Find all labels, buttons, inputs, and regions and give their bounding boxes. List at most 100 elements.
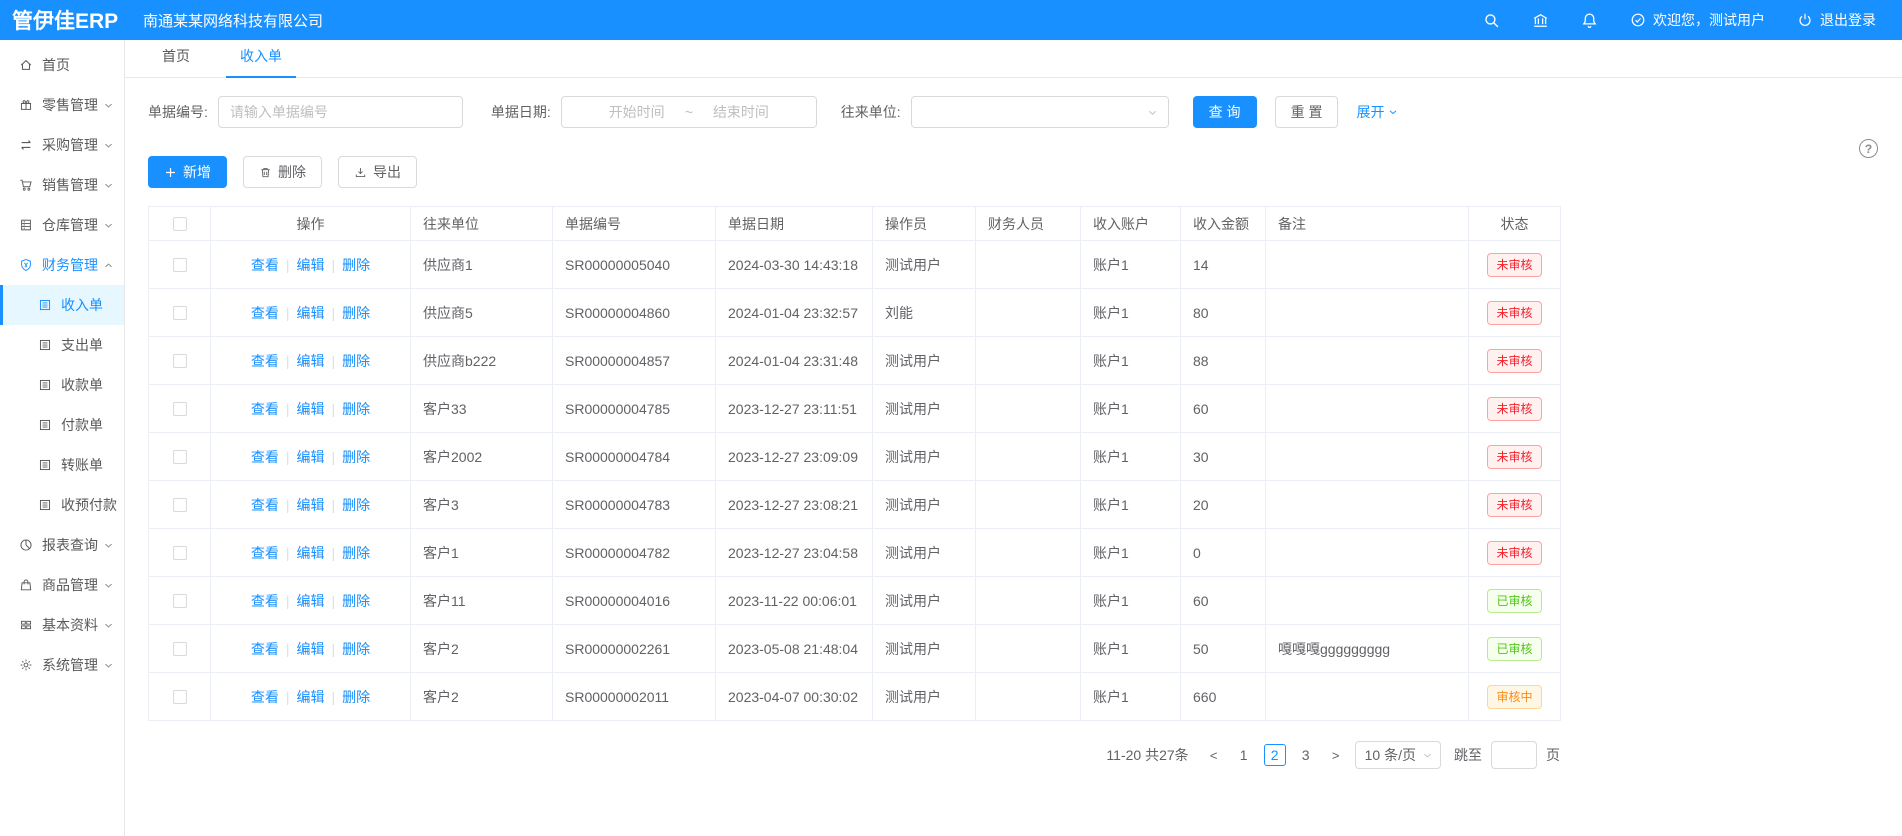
op-view-link[interactable]: 查看 — [251, 257, 279, 273]
sidebar-item-收入单[interactable]: 收入单 — [0, 285, 124, 325]
op-edit-link[interactable]: 编辑 — [297, 305, 325, 321]
op-view-link[interactable]: 查看 — [251, 641, 279, 657]
op-view-link[interactable]: 查看 — [251, 353, 279, 369]
op-delete-link[interactable]: 删除 — [342, 353, 370, 369]
bell-icon[interactable] — [1581, 12, 1598, 29]
op-delete-link[interactable]: 删除 — [342, 257, 370, 273]
op-delete-link[interactable]: 删除 — [342, 497, 370, 513]
select-all-checkbox[interactable] — [173, 217, 187, 231]
sidebar-item-商品管理[interactable]: 商品管理 — [0, 565, 124, 605]
partner-select[interactable] — [911, 96, 1169, 128]
next-page-button[interactable]: > — [1326, 748, 1346, 763]
home-icon — [19, 58, 33, 72]
row-checkbox[interactable] — [173, 354, 187, 368]
reset-button[interactable]: 重 置 — [1275, 96, 1339, 128]
row-checkbox[interactable] — [173, 594, 187, 608]
help-icon[interactable]: ? — [1859, 139, 1878, 158]
op-separator: | — [332, 641, 336, 657]
op-separator: | — [286, 257, 290, 273]
amount-cell: 14 — [1181, 241, 1266, 289]
row-checkbox[interactable] — [173, 642, 187, 656]
sidebar-item-财务管理[interactable]: 财务管理 — [0, 245, 124, 285]
op-delete-link[interactable]: 删除 — [342, 641, 370, 657]
sidebar-item-收预付款[interactable]: 收预付款 — [0, 485, 124, 525]
sidebar-item-转账单[interactable]: 转账单 — [0, 445, 124, 485]
status-badge: 未审核 — [1487, 445, 1541, 469]
row-checkbox[interactable] — [173, 402, 187, 416]
expand-link[interactable]: 展开 — [1356, 102, 1399, 122]
sidebar-item-系统管理[interactable]: 系统管理 — [0, 645, 124, 685]
status-badge: 未审核 — [1487, 301, 1541, 325]
page-number-1[interactable]: 1 — [1233, 744, 1255, 766]
row-checkbox[interactable] — [173, 546, 187, 560]
page-size-select[interactable]: 10 条/页 — [1355, 741, 1441, 769]
row-select-cell — [149, 529, 211, 577]
sidebar-item-零售管理[interactable]: 零售管理 — [0, 85, 124, 125]
sidebar-item-付款单[interactable]: 付款单 — [0, 405, 124, 445]
sidebar-item-收款单[interactable]: 收款单 — [0, 365, 124, 405]
op-edit-link[interactable]: 编辑 — [297, 545, 325, 561]
sidebar-item-销售管理[interactable]: 销售管理 — [0, 165, 124, 205]
remark-cell — [1266, 481, 1469, 529]
op-edit-link[interactable]: 编辑 — [297, 641, 325, 657]
add-button[interactable]: 新增 — [148, 156, 227, 188]
page-number-3[interactable]: 3 — [1295, 744, 1317, 766]
export-button[interactable]: 导出 — [338, 156, 417, 188]
row-checkbox[interactable] — [173, 258, 187, 272]
pagination: 11-20 共27条<123>10 条/页跳至页 — [148, 741, 1560, 769]
search-icon[interactable] — [1483, 12, 1500, 29]
op-delete-link[interactable]: 删除 — [342, 593, 370, 609]
op-separator: | — [332, 545, 336, 561]
row-checkbox[interactable] — [173, 306, 187, 320]
row-checkbox[interactable] — [173, 690, 187, 704]
sidebar-item-基本资料[interactable]: 基本资料 — [0, 605, 124, 645]
op-edit-link[interactable]: 编辑 — [297, 593, 325, 609]
op-view-link[interactable]: 查看 — [251, 689, 279, 705]
op-edit-link[interactable]: 编辑 — [297, 689, 325, 705]
op-edit-link[interactable]: 编辑 — [297, 401, 325, 417]
sidebar-item-仓库管理[interactable]: 仓库管理 — [0, 205, 124, 245]
op-delete-link[interactable]: 删除 — [342, 545, 370, 561]
op-edit-link[interactable]: 编辑 — [297, 353, 325, 369]
search-button[interactable]: 查 询 — [1193, 96, 1257, 128]
bill-no-cell: SR00000004860 — [553, 289, 716, 337]
op-view-link[interactable]: 查看 — [251, 449, 279, 465]
sidebar-item-采购管理[interactable]: 采购管理 — [0, 125, 124, 165]
date-cell: 2024-03-30 14:43:18 — [716, 241, 873, 289]
finance-staff-cell — [976, 241, 1081, 289]
op-delete-link[interactable]: 删除 — [342, 449, 370, 465]
welcome-user[interactable]: 欢迎您，测试用户 — [1630, 10, 1765, 30]
row-actions-cell: 查看|编辑|删除 — [211, 529, 411, 577]
page-number-2[interactable]: 2 — [1264, 744, 1286, 766]
op-edit-link[interactable]: 编辑 — [297, 257, 325, 273]
bill-no-input[interactable] — [218, 96, 463, 128]
row-checkbox[interactable] — [173, 450, 187, 464]
tabbar: 首页 收入单 — [125, 40, 1902, 78]
tab-首页[interactable]: 首页 — [160, 46, 192, 77]
op-edit-link[interactable]: 编辑 — [297, 497, 325, 513]
op-delete-link[interactable]: 删除 — [342, 401, 370, 417]
sidebar-item-首页[interactable]: 首页 — [0, 45, 124, 85]
bill-no-cell: SR00000004016 — [553, 577, 716, 625]
row-actions-cell: 查看|编辑|删除 — [211, 625, 411, 673]
op-view-link[interactable]: 查看 — [251, 497, 279, 513]
prev-page-button[interactable]: < — [1204, 748, 1224, 763]
jump-page-input[interactable] — [1491, 741, 1537, 769]
logout-button[interactable]: 退出登录 — [1797, 10, 1876, 30]
op-delete-link[interactable]: 删除 — [342, 305, 370, 321]
op-view-link[interactable]: 查看 — [251, 305, 279, 321]
account-cell: 账户1 — [1081, 289, 1181, 337]
tab-收入单[interactable]: 收入单 — [238, 46, 284, 77]
sidebar-item-报表查询[interactable]: 报表查询 — [0, 525, 124, 565]
op-view-link[interactable]: 查看 — [251, 545, 279, 561]
sidebar-item-支出单[interactable]: 支出单 — [0, 325, 124, 365]
op-view-link[interactable]: 查看 — [251, 401, 279, 417]
op-delete-link[interactable]: 删除 — [342, 689, 370, 705]
date-range-picker[interactable]: 开始时间 ~ 结束时间 — [561, 96, 817, 128]
op-edit-link[interactable]: 编辑 — [297, 449, 325, 465]
bank-icon[interactable] — [1532, 12, 1549, 29]
op-view-link[interactable]: 查看 — [251, 593, 279, 609]
finance-staff-cell — [976, 289, 1081, 337]
delete-button[interactable]: 删除 — [243, 156, 322, 188]
row-checkbox[interactable] — [173, 498, 187, 512]
